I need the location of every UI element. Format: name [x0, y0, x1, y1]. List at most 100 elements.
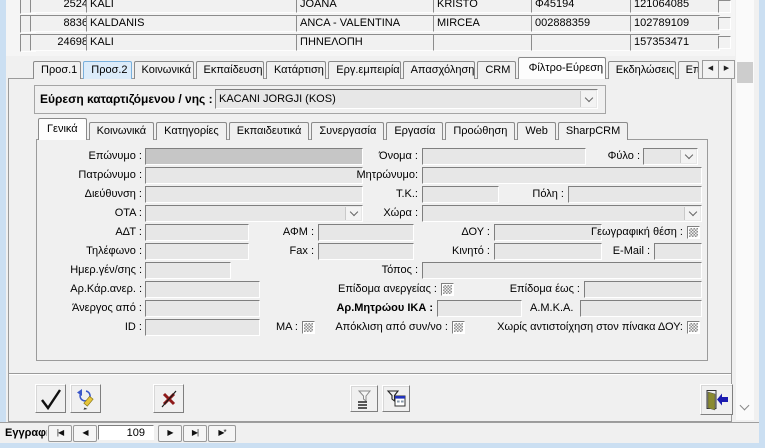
tab-koinonika[interactable]: Κοινωνικά [134, 61, 194, 79]
no-doy-match-label: Χωρίς αντιστοίχηση στον πίνακα ΔΟΥ: [470, 319, 683, 336]
tab-filtro-eyresi[interactable]: Φίλτρο-Εύρεση [518, 57, 606, 79]
tab-apasxolisi[interactable]: Απασχόληση [403, 61, 476, 79]
chevron-down-icon[interactable] [580, 91, 596, 107]
grid-cell-registry-no[interactable]: 102789109 [630, 15, 720, 32]
amka-field[interactable] [580, 300, 702, 317]
mobile-field[interactable] [494, 243, 602, 260]
cancel-button[interactable] [153, 384, 184, 413]
vertical-scrollbar[interactable] [736, 0, 754, 420]
grid-row-checkbox[interactable] [718, 36, 731, 49]
geo-location-checkbox[interactable] [687, 226, 700, 239]
tab-sharpcrm[interactable]: SharpCRM [558, 122, 628, 140]
grid-cell-id[interactable]: 8836 [30, 15, 92, 32]
tab-katartisi[interactable]: Κατάρτιση [266, 61, 326, 79]
id-field[interactable] [145, 319, 260, 336]
tab-koinonika-inner[interactable]: Κοινωνικά [89, 122, 155, 140]
unemployment-card-label: Αρ.Κάρ.ανερ. : [40, 281, 142, 298]
scrollbar-down-icon[interactable] [740, 401, 750, 411]
check-icon [39, 387, 63, 411]
grid-cell-surname[interactable]: KALDANIS [86, 15, 302, 32]
grid-cell-surname[interactable]: KALI [86, 0, 302, 13]
tab-epikoinonia[interactable]: Επικ [678, 61, 699, 79]
benefit-until-field[interactable] [584, 281, 702, 298]
grid-cell-surname[interactable]: KALI [86, 34, 302, 51]
filter-list-button[interactable] [350, 385, 378, 412]
mother-name-field[interactable] [422, 167, 702, 184]
first-name-field[interactable] [422, 148, 586, 165]
birth-place-field[interactable] [422, 262, 702, 279]
new-record-button[interactable]: ▶* [208, 425, 236, 442]
phone-field[interactable] [145, 243, 249, 260]
birth-date-label: Ημερ.γέν/σης : [40, 262, 142, 279]
search-trainee-combobox[interactable]: KACANI JORGJI (KOS) [215, 89, 598, 109]
email-label: E-Mail : [600, 243, 650, 260]
next-record-button[interactable]: ▶ [158, 425, 182, 442]
grid-cell-identity-doc[interactable]: 002888359 [531, 15, 636, 32]
tab-ekdiloseis[interactable]: Εκδηλώσεις [608, 61, 676, 79]
postal-code-field[interactable] [422, 186, 499, 203]
tab-genika[interactable]: Γενικά [38, 118, 87, 140]
grid-row-checkbox[interactable] [718, 17, 731, 30]
window-frame-left [0, 0, 6, 448]
father-name-field[interactable] [145, 167, 363, 184]
unemployment-card-field[interactable] [145, 281, 260, 298]
previous-record-button[interactable]: ◀ [73, 425, 97, 442]
unemployed-since-field[interactable] [145, 300, 260, 317]
grid-cell-id[interactable]: 2524 [30, 0, 92, 13]
phone-label: Τηλέφωνο : [40, 243, 142, 260]
grid-cell-father-name[interactable]: KRISTO [433, 0, 537, 13]
cancel-x-icon [159, 389, 179, 409]
no-doy-match-checkbox[interactable] [687, 321, 700, 334]
grid-row-checkbox[interactable] [718, 0, 731, 13]
last-record-button[interactable]: ▶| [183, 425, 207, 442]
tab-crm[interactable]: CRM [477, 61, 515, 79]
afm-field[interactable] [318, 224, 414, 241]
tab-ekpaideytika[interactable]: Εκπαιδευτικά [229, 122, 310, 140]
tab-synergasia[interactable]: Συνεργασία [311, 122, 384, 140]
ika-registry-field[interactable] [437, 300, 522, 317]
undo-button[interactable] [70, 384, 101, 413]
address-field[interactable] [145, 186, 363, 203]
tab-scroll-right-button[interactable]: ▶ [718, 60, 735, 79]
ma-checkbox[interactable] [302, 321, 315, 334]
record-number-input[interactable] [98, 425, 154, 440]
country-combobox[interactable] [422, 205, 702, 222]
grid-cell-id[interactable]: 24698 [30, 34, 92, 51]
first-record-button[interactable]: |◀ [48, 425, 72, 442]
surname-field[interactable] [145, 148, 363, 165]
email-field[interactable] [654, 243, 702, 260]
tab-erg-empeiria[interactable]: Εργ.εμπειρία [328, 61, 400, 79]
city-field[interactable] [568, 186, 702, 203]
chevron-down-icon[interactable] [680, 150, 696, 163]
tab-pros2[interactable]: Προσ.2 [83, 61, 131, 79]
grid-cell-registry-no[interactable]: 157353471 [630, 34, 720, 51]
birth-date-field[interactable] [145, 262, 231, 279]
tab-pros1[interactable]: Προσ.1 [33, 61, 81, 79]
grid-cell-first-name[interactable]: ΠΗΝΕΛΟΠΗ [296, 34, 439, 51]
exit-button[interactable] [700, 384, 733, 415]
filter-form-button[interactable] [382, 385, 410, 412]
fax-field[interactable] [318, 243, 414, 260]
grid-cell-father-name[interactable]: MIRCEA [433, 15, 537, 32]
grid-cell-identity-doc[interactable] [531, 34, 636, 51]
grid-cell-father-name[interactable] [433, 34, 537, 51]
tab-scroll-left-button[interactable]: ◀ [702, 60, 719, 79]
deviation-checkbox[interactable] [452, 321, 465, 334]
ota-combobox[interactable] [145, 205, 363, 222]
grid-cell-first-name[interactable]: ANCA - VALENTINA [296, 15, 439, 32]
sex-combobox[interactable] [643, 148, 698, 165]
grid-cell-registry-no[interactable]: 121064085 [630, 0, 720, 13]
chevron-down-icon[interactable] [684, 207, 700, 220]
tab-ekpaideysi[interactable]: Εκπαίδευση [196, 61, 264, 79]
identity-card-field[interactable] [145, 224, 249, 241]
grid-cell-identity-doc[interactable]: Φ45194 [531, 0, 636, 13]
scrollbar-thumb[interactable] [737, 62, 753, 83]
grid-cell-first-name[interactable]: JOANA [296, 0, 439, 13]
chevron-down-icon[interactable] [345, 207, 361, 220]
tab-web[interactable]: Web [517, 122, 555, 140]
unemployment-benefit-checkbox[interactable] [441, 283, 454, 296]
tab-proothisi[interactable]: Προώθηση [445, 122, 515, 140]
tab-ergasia[interactable]: Εργασία [386, 122, 443, 140]
tab-katigories[interactable]: Κατηγορίες [156, 122, 227, 140]
confirm-button[interactable] [35, 384, 66, 413]
